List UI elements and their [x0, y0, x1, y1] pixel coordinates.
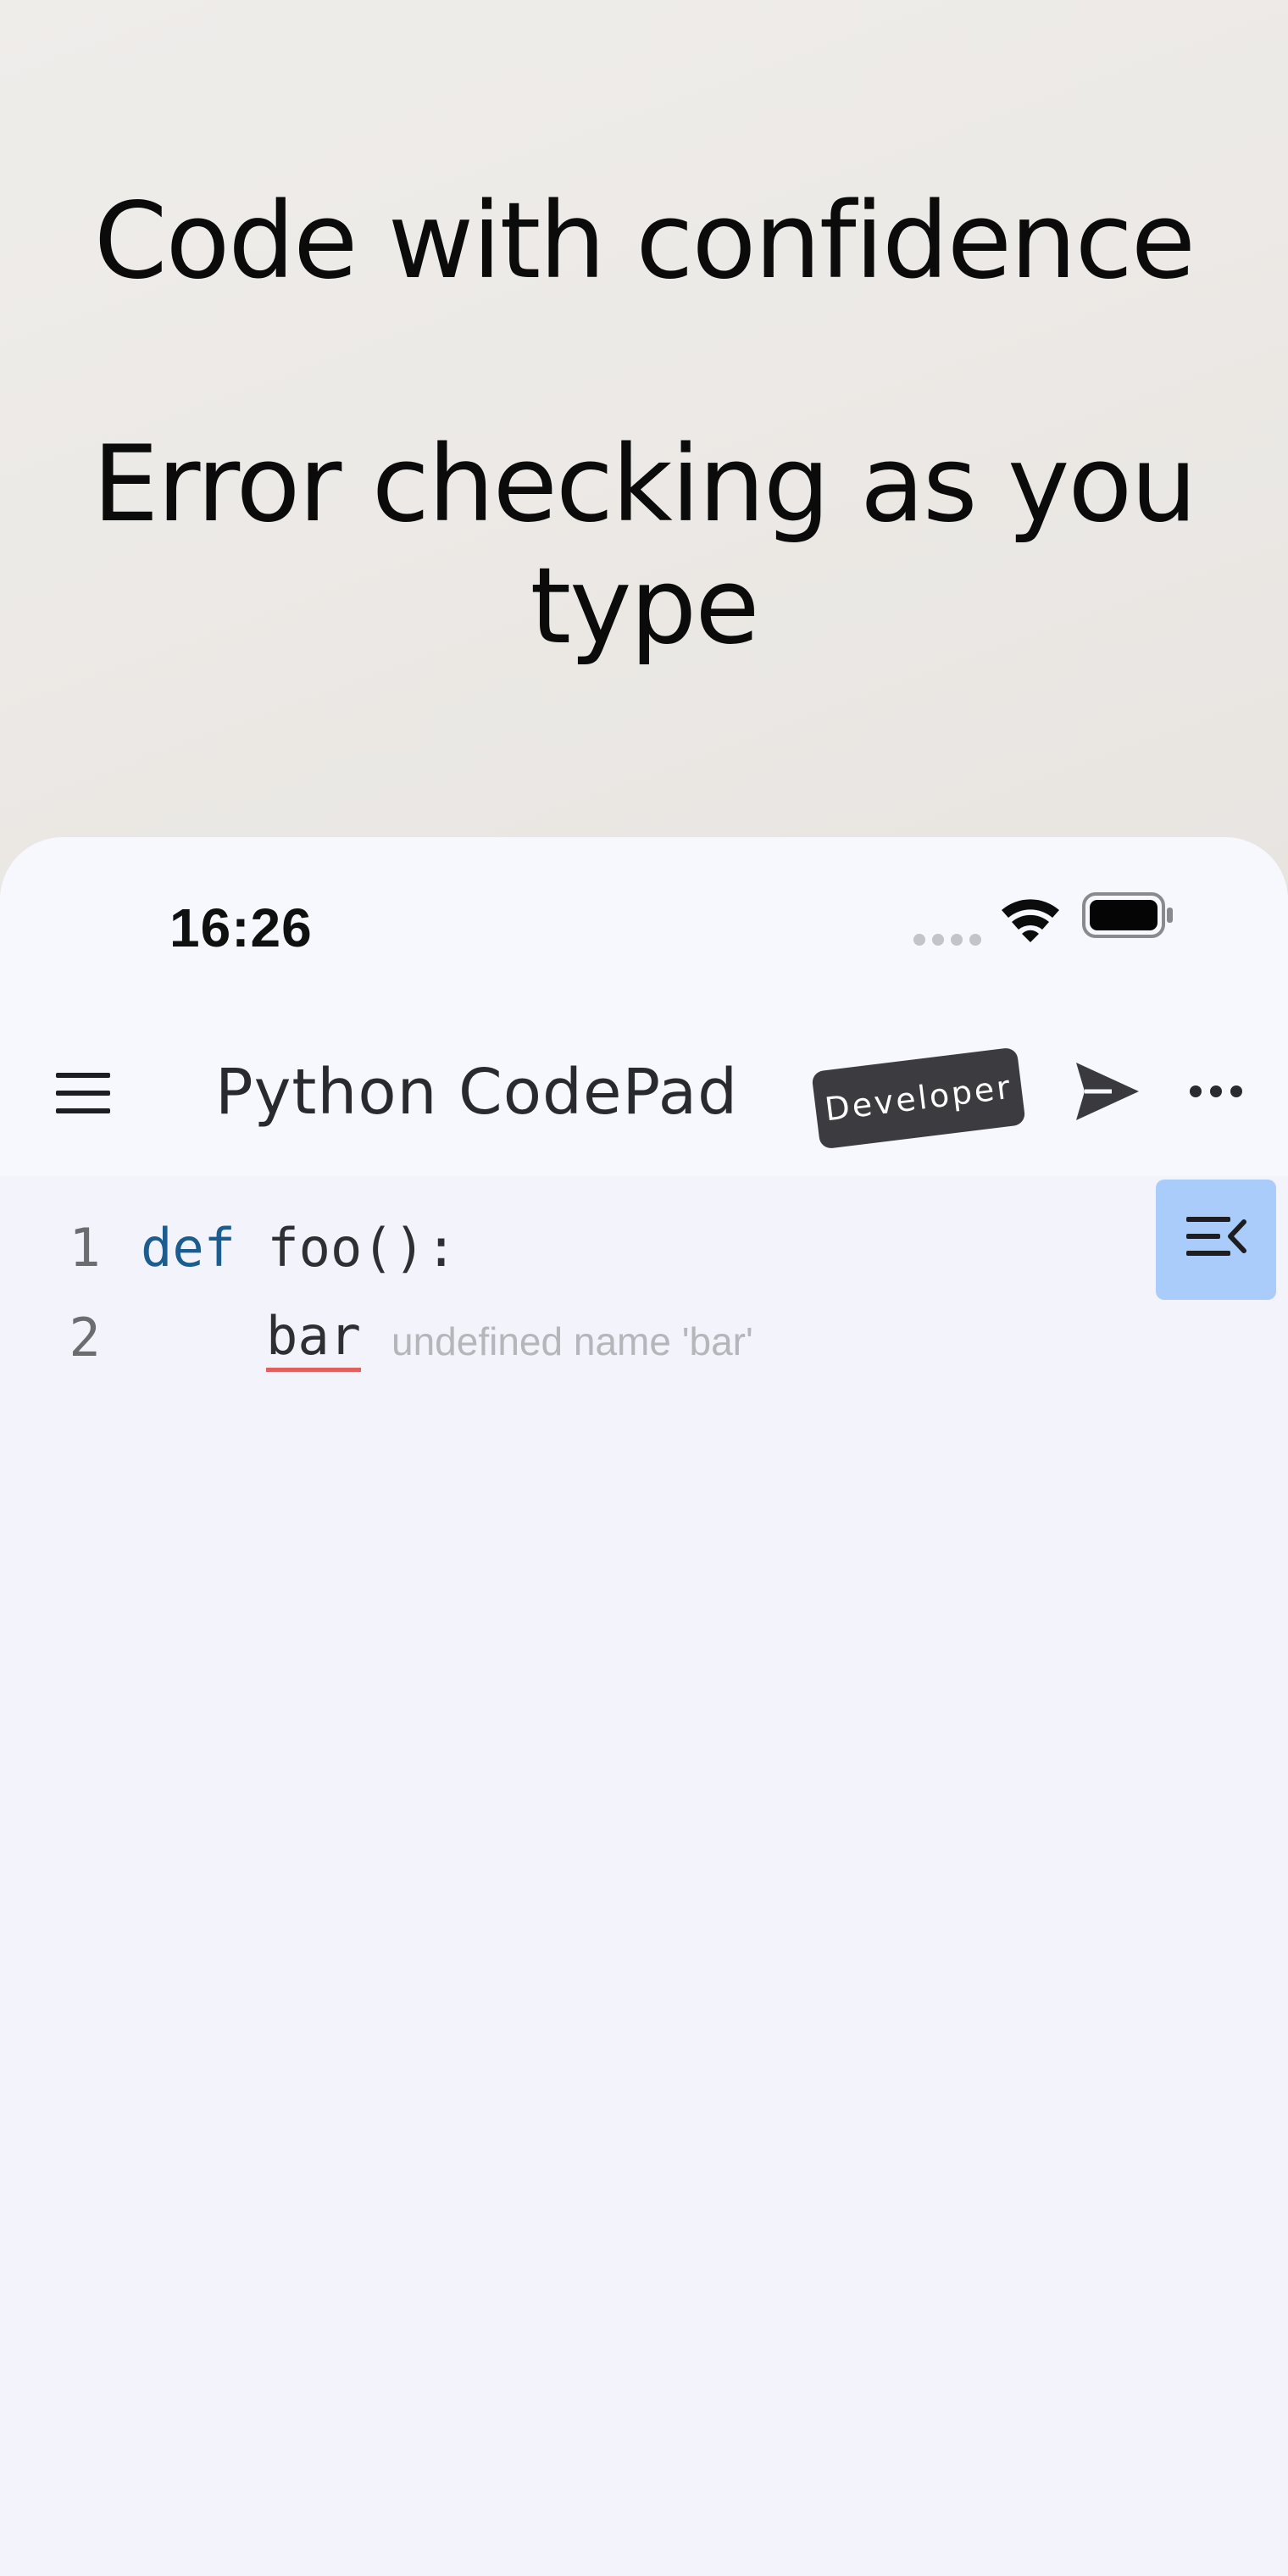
code-token: foo():	[267, 1217, 458, 1279]
wifi-icon	[1002, 899, 1059, 942]
promo-headline: Code with confidence	[93, 180, 1196, 303]
status-time: 16:26	[169, 897, 313, 958]
code-line[interactable]: 1 def foo():	[0, 1210, 1102, 1286]
outline-collapse-icon	[1186, 1217, 1246, 1256]
code-text: def foo():	[141, 1210, 457, 1286]
status-bar: 16:26	[0, 837, 1288, 1007]
promo-subheadline: Error checking as you type	[92, 424, 1197, 668]
outline-toggle-button[interactable]	[1156, 1180, 1276, 1300]
keyword-token: def	[141, 1217, 236, 1279]
hamburger-menu-icon[interactable]	[47, 1069, 119, 1117]
send-icon[interactable]	[1073, 1058, 1142, 1125]
battery-icon	[1082, 892, 1173, 938]
inline-diagnostic: undefined name 'bar'	[391, 1319, 753, 1363]
code-editor[interactable]: 1 def foo(): 2 bar undefined name 'bar'	[0, 1176, 1288, 2576]
phone-screen: 16:26 Python CodePad Developer 1 def foo…	[0, 837, 1288, 2576]
app-title: Python CodePad	[215, 1056, 739, 1129]
app-bar: Python CodePad Developer	[0, 1007, 1288, 1176]
code-line[interactable]: 2 bar undefined name 'bar'	[0, 1300, 1102, 1376]
developer-badge: Developer	[811, 1046, 1026, 1150]
line-number: 1	[69, 1217, 101, 1279]
more-horizontal-icon[interactable]	[1188, 1081, 1244, 1102]
cellular-signal-icon	[913, 934, 981, 946]
error-token: bar	[266, 1305, 361, 1372]
line-number: 2	[69, 1307, 101, 1368]
